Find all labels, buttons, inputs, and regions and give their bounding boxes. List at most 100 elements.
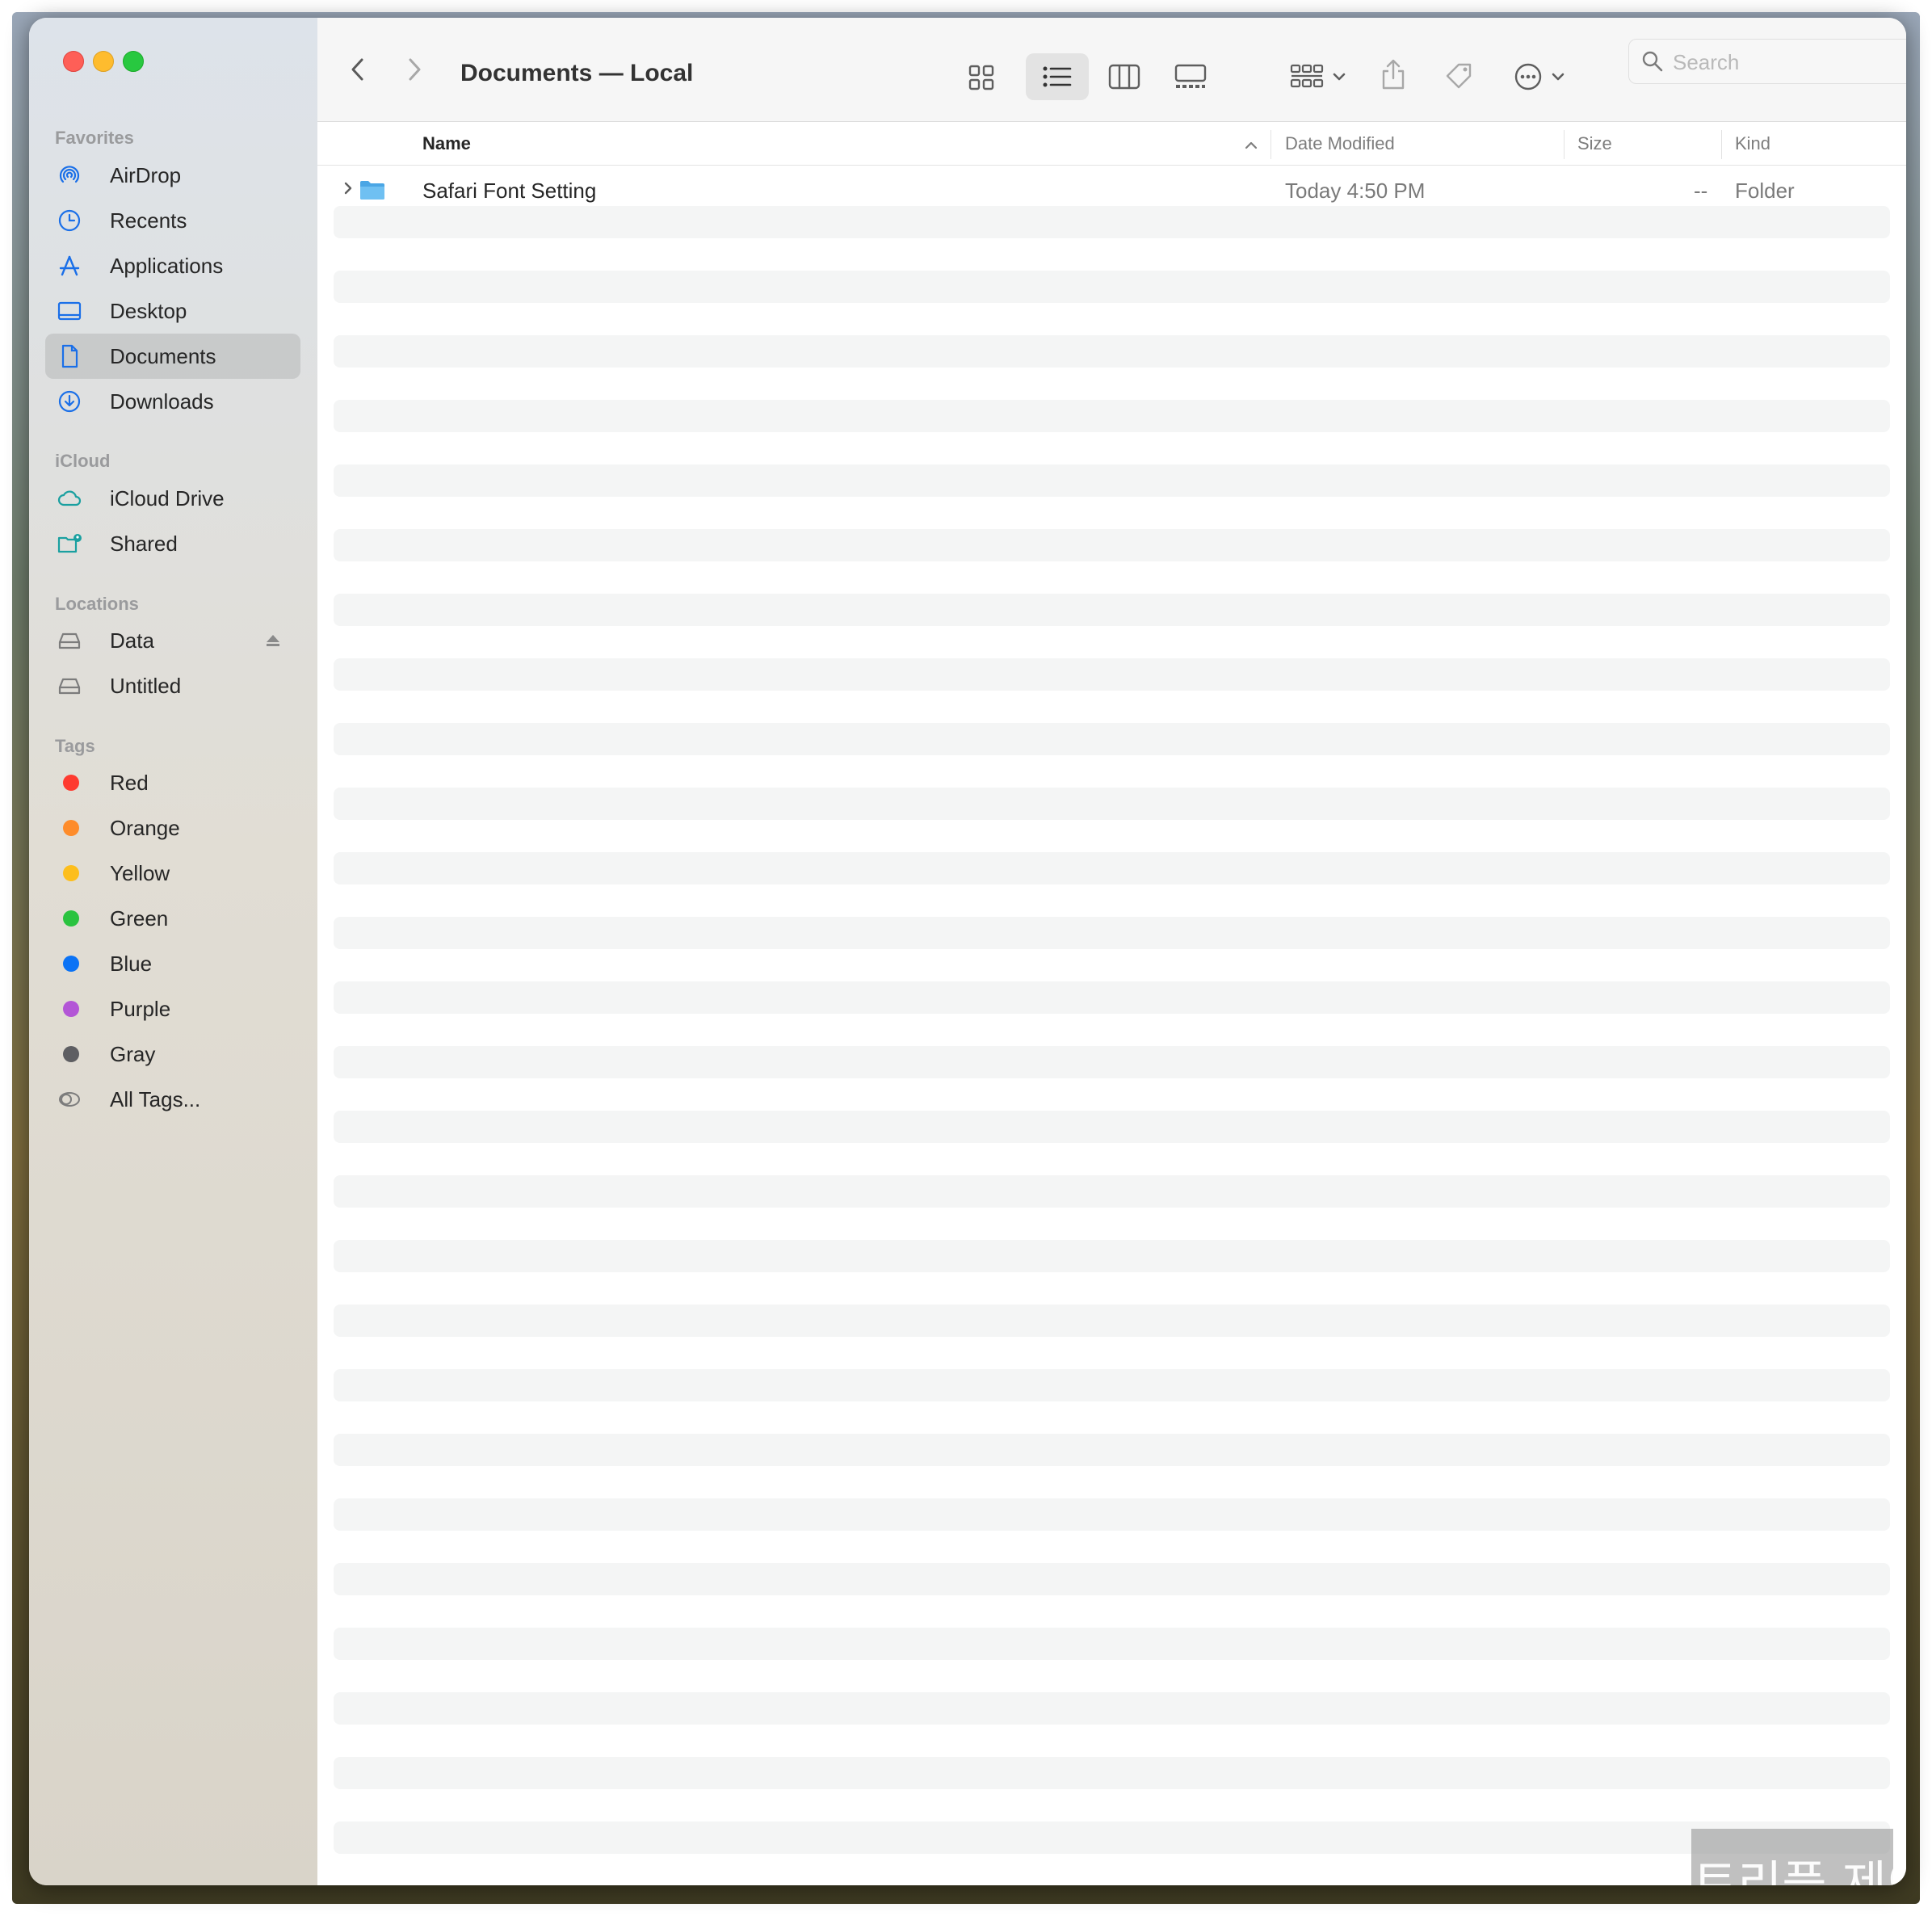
green-tag-icon [63, 910, 79, 926]
file-row[interactable]: Safari Font Setting Today 4:50 PM -- Fol… [317, 174, 1906, 206]
forward-button[interactable] [401, 57, 427, 82]
gray-tag-icon [63, 1046, 79, 1062]
minimize-button[interactable] [93, 51, 114, 72]
file-list: Safari Font Setting Today 4:50 PM -- Fol… [317, 166, 1906, 1885]
column-name[interactable]: Name [422, 133, 471, 154]
search-icon [1642, 51, 1663, 72]
sidebar-item-recents[interactable]: Recents [45, 198, 300, 243]
empty-row [334, 1821, 1890, 1854]
close-button[interactable] [63, 51, 84, 72]
empty-row [334, 1563, 1890, 1595]
sidebar-item-tag-yellow[interactable]: Yellow [45, 851, 300, 896]
tag-icon [1446, 63, 1472, 89]
empty-row [334, 1240, 1890, 1272]
search-input[interactable] [1671, 47, 1900, 78]
back-button[interactable] [345, 57, 371, 82]
empty-row [334, 529, 1890, 561]
sidebar-item-label: Recents [110, 208, 187, 233]
empty-row [334, 1628, 1890, 1660]
eject-icon[interactable] [263, 631, 283, 650]
sidebar: Favorites AirDrop Recents Applications D… [29, 18, 318, 1885]
sidebar-item-documents[interactable]: Documents [45, 334, 300, 379]
sidebar-item-label: Red [110, 770, 149, 795]
disclosure-triangle-icon[interactable] [342, 180, 355, 196]
shared-folder-icon [57, 534, 82, 553]
sidebar-item-untitled[interactable]: Untitled [45, 663, 300, 708]
chevron-right-icon [409, 58, 421, 81]
yellow-tag-icon [63, 865, 79, 881]
sidebar-item-shared[interactable]: Shared [45, 521, 300, 566]
sidebar-item-label: Purple [110, 996, 171, 1021]
zoom-button[interactable] [123, 51, 144, 72]
empty-row [334, 271, 1890, 303]
empty-row [334, 981, 1890, 1014]
sidebar-item-data[interactable]: Data [45, 618, 300, 663]
empty-row [334, 464, 1890, 497]
sidebar-item-label: Applications [110, 253, 224, 278]
sidebar-item-label: Untitled [110, 673, 182, 698]
sidebar-item-tag-purple[interactable]: Purple [45, 986, 300, 1032]
purple-tag-icon [63, 1001, 79, 1017]
sidebar-item-downloads[interactable]: Downloads [45, 379, 300, 424]
column-kind[interactable]: Kind [1735, 133, 1770, 154]
empty-row [334, 723, 1890, 755]
sidebar-item-label: Downloads [110, 389, 214, 414]
empty-row [334, 1046, 1890, 1078]
folder-icon [360, 181, 384, 200]
file-size: -- [1694, 179, 1708, 203]
applications-icon [59, 255, 80, 276]
sidebar-item-label: Desktop [110, 298, 187, 323]
sidebar-item-label: Data [110, 628, 154, 653]
sidebar-item-icloud-drive[interactable]: iCloud Drive [45, 476, 300, 521]
red-tag-icon [63, 775, 79, 791]
airdrop-icon [59, 166, 80, 183]
chevron-down-icon [1552, 73, 1564, 81]
sidebar-item-tag-red[interactable]: Red [45, 760, 300, 805]
column-view-button[interactable] [1105, 58, 1144, 95]
empty-row [334, 594, 1890, 626]
sidebar-item-tag-blue[interactable]: Blue [45, 941, 300, 986]
desktop-icon [57, 301, 82, 321]
column-size[interactable]: Size [1577, 133, 1612, 154]
icon-view-button[interactable] [964, 60, 999, 95]
chevron-left-icon [351, 58, 363, 81]
chevron-down-icon [1333, 73, 1346, 81]
toolbar: Documents — Local [317, 18, 1906, 122]
sidebar-item-label: Yellow [110, 860, 170, 885]
column-divider[interactable] [1270, 130, 1271, 159]
sidebar-item-label: Orange [110, 815, 180, 840]
share-icon [1382, 59, 1405, 90]
disk-icon [58, 678, 81, 695]
column-header: Name Date Modified Size Kind [317, 122, 1906, 166]
sidebar-item-all-tags[interactable]: All Tags... [45, 1077, 300, 1122]
sidebar-item-desktop[interactable]: Desktop [45, 288, 300, 334]
empty-row [334, 1498, 1890, 1531]
sidebar-item-tag-gray[interactable]: Gray [45, 1032, 300, 1077]
sidebar-item-label: Blue [110, 951, 153, 976]
empty-row [334, 788, 1890, 820]
sidebar-item-airdrop[interactable]: AirDrop [45, 153, 300, 198]
sidebar-item-label: Gray [110, 1041, 156, 1066]
clock-icon [58, 209, 81, 232]
empty-row [334, 1757, 1890, 1789]
gallery-icon [1174, 64, 1207, 88]
list-view-button[interactable] [1026, 53, 1089, 100]
sidebar-item-label: AirDrop [110, 162, 182, 187]
column-date-modified[interactable]: Date Modified [1285, 133, 1395, 154]
sidebar-item-tag-orange[interactable]: Orange [45, 805, 300, 851]
cloud-icon [57, 490, 82, 506]
search-field[interactable] [1628, 39, 1906, 84]
share-button[interactable] [1377, 55, 1409, 94]
sidebar-item-tag-green[interactable]: Green [45, 896, 300, 941]
sidebar-item-label: Green [110, 905, 169, 931]
empty-row [334, 852, 1890, 884]
empty-row [334, 335, 1890, 368]
gallery-view-button[interactable] [1170, 58, 1211, 95]
more-icon [1514, 63, 1542, 90]
sidebar-item-applications[interactable]: Applications [45, 243, 300, 288]
sidebar-item-label: iCloud Drive [110, 485, 225, 511]
column-divider[interactable] [1721, 130, 1722, 159]
action-menu-button[interactable] [1508, 58, 1573, 95]
group-by-button[interactable] [1287, 58, 1351, 95]
tag-button[interactable] [1440, 58, 1477, 94]
